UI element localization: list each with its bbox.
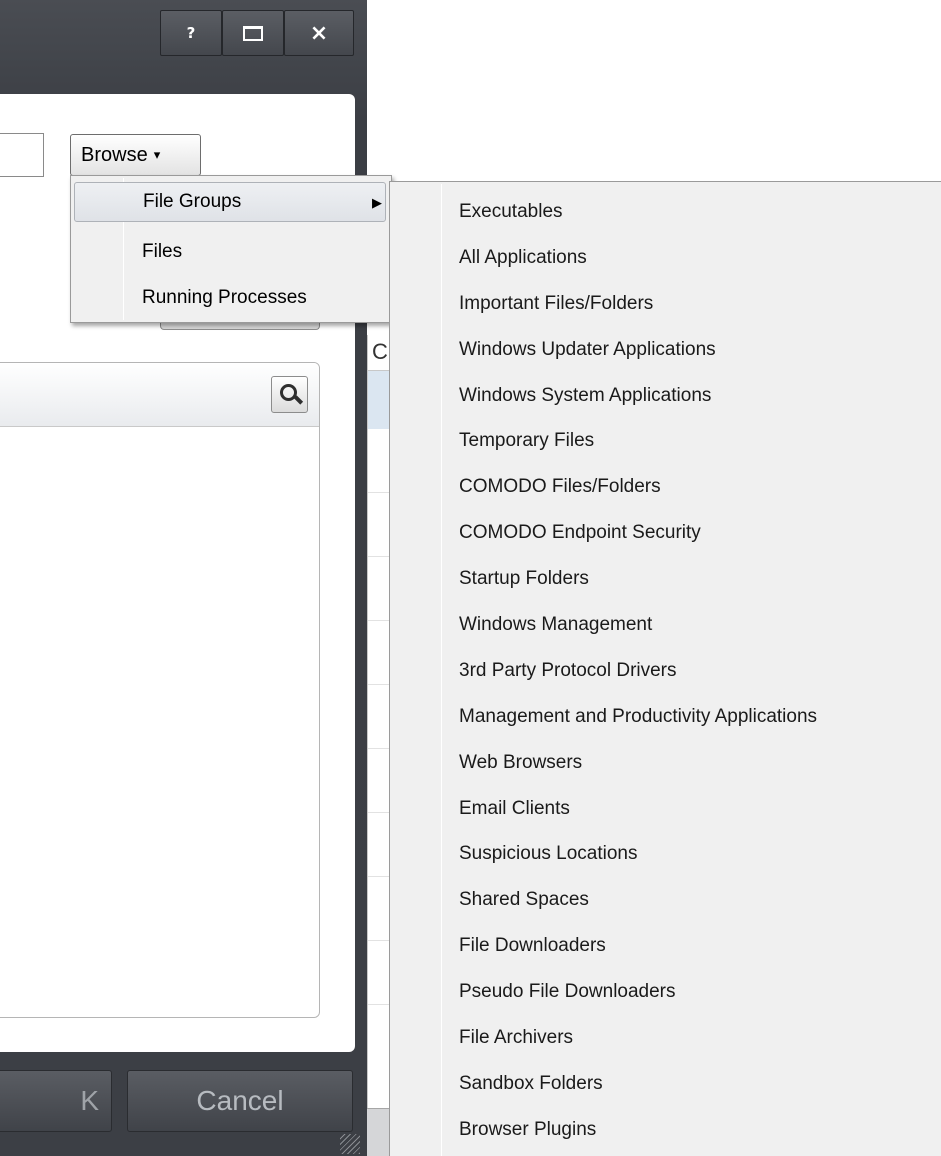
background-row [368,493,391,557]
background-row [368,685,391,749]
background-row [368,941,391,1005]
submenu-list: Executables All Applications Important Fil… [390,189,817,1153]
maximize-icon [243,25,263,41]
browse-button[interactable]: Browse ▾ [70,134,201,176]
submenu-item[interactable]: COMODO Endpoint Security [390,510,817,556]
dialog-window: ? × Browse ▾ K Cancel [0,0,367,1156]
submenu-item[interactable]: Important Files/Folders [390,281,817,327]
help-icon: ? [186,24,196,42]
path-input[interactable] [0,133,44,177]
submenu-item[interactable]: COMODO Files/Folders [390,464,817,510]
menu-item-label: Files [142,241,183,262]
search-button[interactable] [271,376,308,413]
submenu-item[interactable]: Windows Updater Applications [390,327,817,373]
submenu-item[interactable]: File Archivers [390,1015,817,1061]
background-row [368,429,391,493]
submenu-item[interactable]: Windows Management [390,602,817,648]
submenu-item[interactable]: Pseudo File Downloaders [390,969,817,1015]
menu-item-files[interactable]: Files [74,232,386,272]
submenu-item[interactable]: All Applications [390,235,817,281]
file-groups-submenu: Executables All Applications Important Fil… [389,181,941,1156]
chevron-down-icon: ▾ [153,147,161,162]
background-row [368,557,391,621]
maximize-button[interactable] [222,10,284,56]
submenu-item[interactable]: Executables [390,189,817,235]
submenu-item[interactable]: Suspicious Locations [390,831,817,877]
cancel-button[interactable]: Cancel [127,1070,353,1132]
help-button[interactable]: ? [160,10,222,56]
submenu-item[interactable]: Email Clients [390,786,817,832]
menu-item-label: File Groups [143,191,242,212]
menu-item-running-processes[interactable]: Running Processes [74,278,386,318]
background-selected-row [368,371,391,429]
resize-grip-icon[interactable] [340,1134,360,1154]
submenu-item[interactable]: Startup Folders [390,556,817,602]
menu-item-label: Running Processes [142,287,307,308]
background-column-header: C [368,335,391,371]
close-icon: × [309,20,329,46]
browse-menu: File Groups ▶ Files Running Processes [70,175,392,323]
title-bar-buttons: ? × [160,10,354,56]
submenu-item[interactable]: Browser Plugins [390,1107,817,1153]
ok-label: K [80,1085,99,1116]
background-row [368,877,391,941]
ok-button[interactable]: K [0,1070,112,1132]
submenu-item[interactable]: File Downloaders [390,923,817,969]
background-window: C [367,335,391,1135]
browse-label: Browse [81,143,148,166]
background-row [368,749,391,813]
menu-item-file-groups[interactable]: File Groups ▶ [74,182,386,222]
close-button[interactable]: × [284,10,354,56]
submenu-item[interactable]: Web Browsers [390,740,817,786]
submenu-item[interactable]: Windows System Applications [390,373,817,419]
file-list-header [0,363,319,427]
file-list-panel [0,362,320,1018]
submenu-arrow-icon: ▶ [372,195,382,210]
submenu-item[interactable]: Sandbox Folders [390,1061,817,1107]
background-row [368,813,391,877]
cancel-label: Cancel [196,1085,284,1116]
background-row [368,621,391,685]
submenu-item[interactable]: Management and Productivity Applications [390,694,817,740]
submenu-item[interactable]: Temporary Files [390,418,817,464]
submenu-item[interactable]: 3rd Party Protocol Drivers [390,648,817,694]
submenu-item[interactable]: Shared Spaces [390,877,817,923]
search-icon-handle [293,395,304,405]
